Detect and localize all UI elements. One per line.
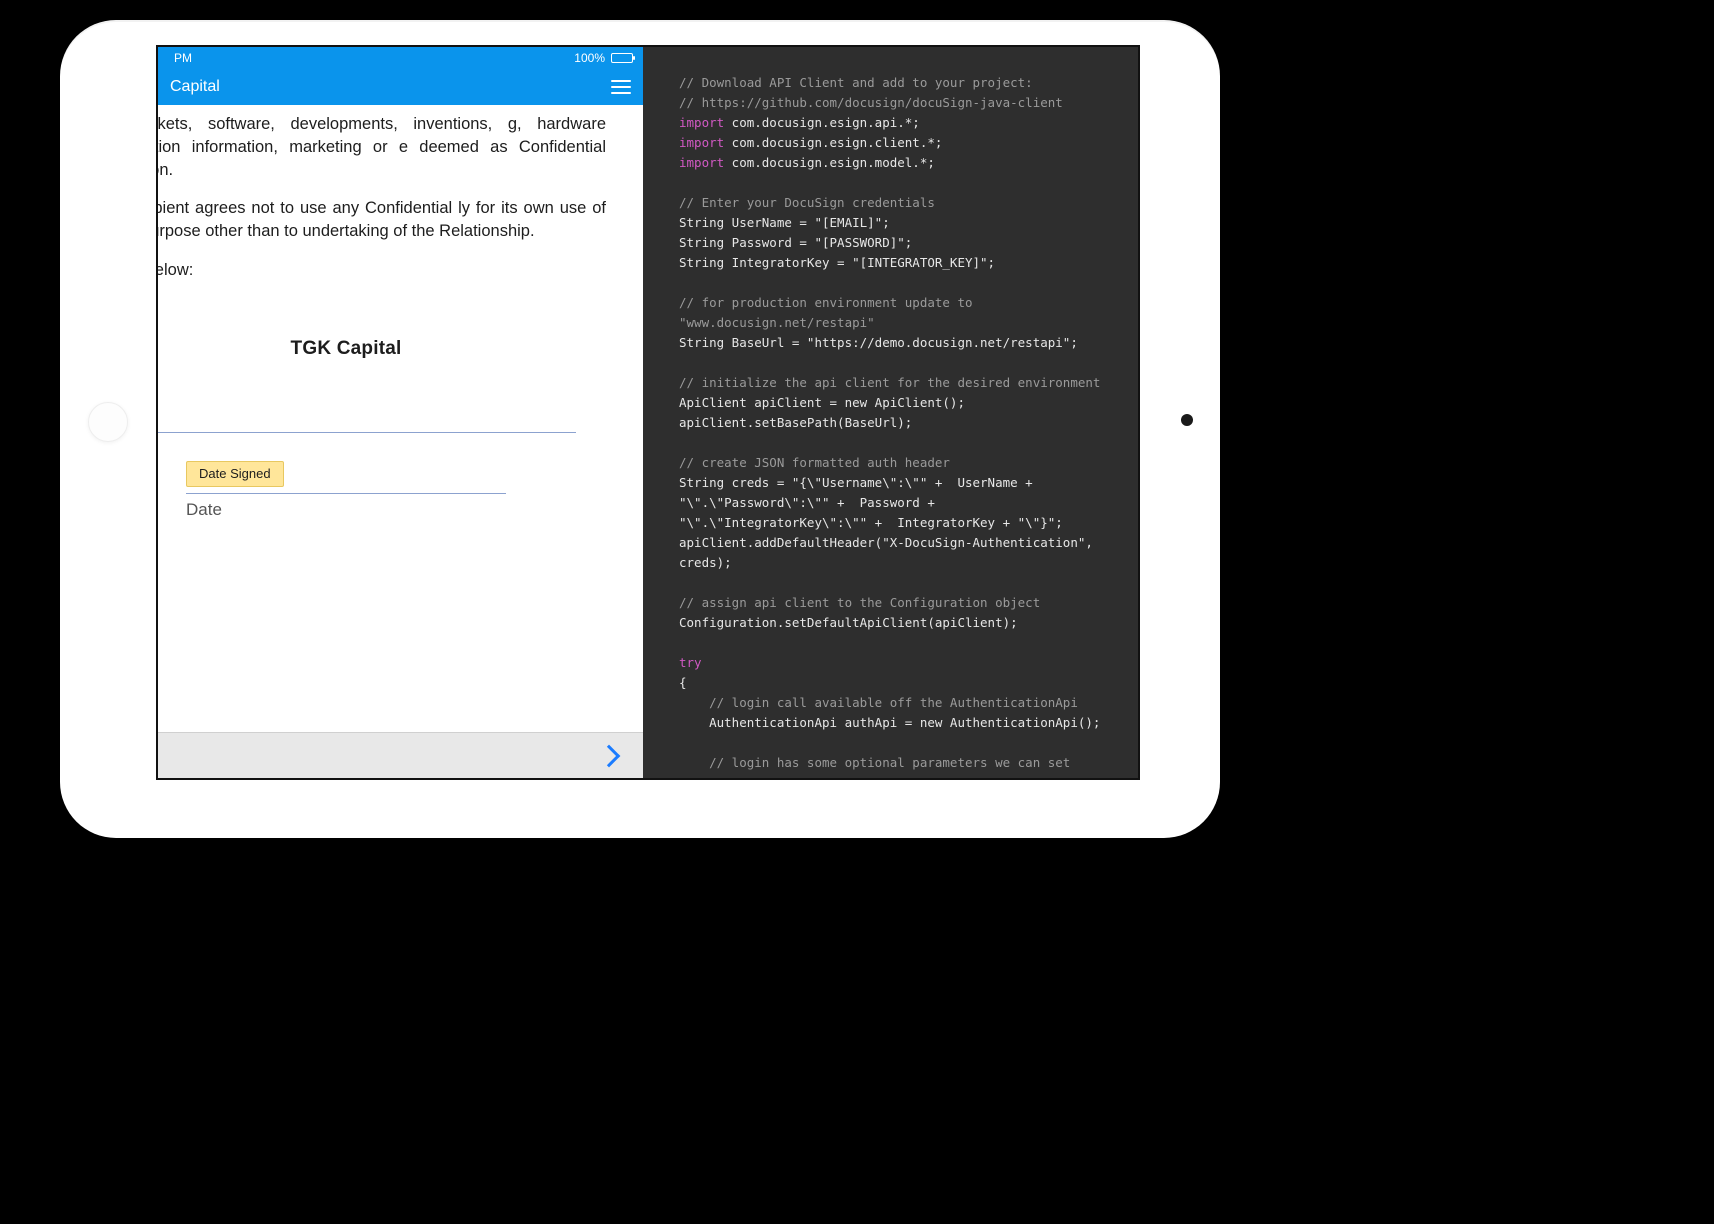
date-label: Date: [186, 500, 506, 520]
code-line: String creds = "{\"Username\":\"" + User…: [679, 475, 1033, 490]
code-keyword: import: [679, 115, 724, 130]
code-keyword: import: [679, 135, 724, 150]
code-comment: // login has some optional parameters we…: [679, 755, 1070, 770]
company-heading: TGK Capital: [158, 338, 606, 360]
code-line: String BaseUrl = "https://demo.docusign.…: [679, 335, 1078, 350]
battery-icon: [611, 53, 633, 63]
navbar-title: Capital: [170, 78, 220, 96]
menu-icon[interactable]: [611, 80, 631, 94]
code-line: Configuration.setDefaultApiClient(apiCli…: [679, 615, 1018, 630]
code-comment: // Enter your DocuSign credentials: [679, 195, 935, 210]
code-line: "\".\"IntegratorKey\":\"" + IntegratorKe…: [679, 515, 1063, 530]
doc-paragraph: The Recipient agrees not to use any Conf…: [158, 197, 606, 243]
signature-line[interactable]: [158, 432, 576, 433]
doc-paragraph: he date below:: [158, 259, 606, 282]
code-line: String IntegratorKey = "[INTEGRATOR_KEY]…: [679, 255, 995, 270]
ios-status-bar: PM 100%: [158, 47, 643, 69]
code-line: apiClient.addDefaultHeader("X-DocuSign-A…: [679, 535, 1093, 550]
code-line: ApiClient apiClient = new ApiClient();: [679, 395, 965, 410]
code-line: String UserName = "[EMAIL]";: [679, 215, 890, 230]
code-comment: // for production environment update to: [679, 295, 973, 310]
code-comment: // create JSON formatted auth header: [679, 455, 950, 470]
code-comment: // login call available off the Authenti…: [679, 695, 1078, 710]
code-line: apiClient.setBasePath(BaseUrl);: [679, 415, 912, 430]
document-viewport[interactable]: ers, markets, software, developments, in…: [158, 105, 643, 732]
code-line: {: [679, 675, 687, 690]
code-comment: // Download API Client and add to your p…: [679, 75, 1033, 90]
code-line: com.docusign.esign.client.*;: [724, 135, 942, 150]
date-signed-field[interactable]: Date Signed: [186, 461, 284, 487]
code-line: String Password = "[PASSWORD]";: [679, 235, 912, 250]
code-keyword: import: [679, 155, 724, 170]
code-keyword: try: [679, 655, 702, 670]
app-footer: [158, 732, 643, 778]
home-button[interactable]: [88, 402, 128, 442]
code-comment: "www.docusign.net/restapi": [679, 315, 875, 330]
doc-paragraph: ers, markets, software, developments, in…: [158, 113, 606, 181]
code-comment: // initialize the api client for the des…: [679, 375, 1100, 390]
date-line: [186, 493, 506, 494]
battery-percent: 100%: [574, 51, 605, 65]
tablet-screen: PM 100% Capital ers, markets, software, …: [156, 45, 1140, 780]
code-comment: // https://github.com/docusign/docuSign-…: [679, 95, 1063, 110]
code-line: "\".\"Password\":\"" + Password +: [679, 495, 935, 510]
code-line: creds);: [679, 555, 732, 570]
code-line: AuthenticationApi authApi = new Authenti…: [679, 715, 1100, 730]
next-icon[interactable]: [598, 744, 621, 767]
code-editor-pane[interactable]: // Download API Client and add to your p…: [643, 47, 1138, 778]
front-camera: [1181, 414, 1193, 426]
esign-app-pane: PM 100% Capital ers, markets, software, …: [158, 47, 643, 778]
app-navbar: Capital: [158, 69, 643, 105]
code-line: com.docusign.esign.model.*;: [724, 155, 935, 170]
code-line: com.docusign.esign.api.*;: [724, 115, 920, 130]
status-time: PM: [174, 51, 192, 65]
code-comment: // assign api client to the Configuratio…: [679, 595, 1040, 610]
